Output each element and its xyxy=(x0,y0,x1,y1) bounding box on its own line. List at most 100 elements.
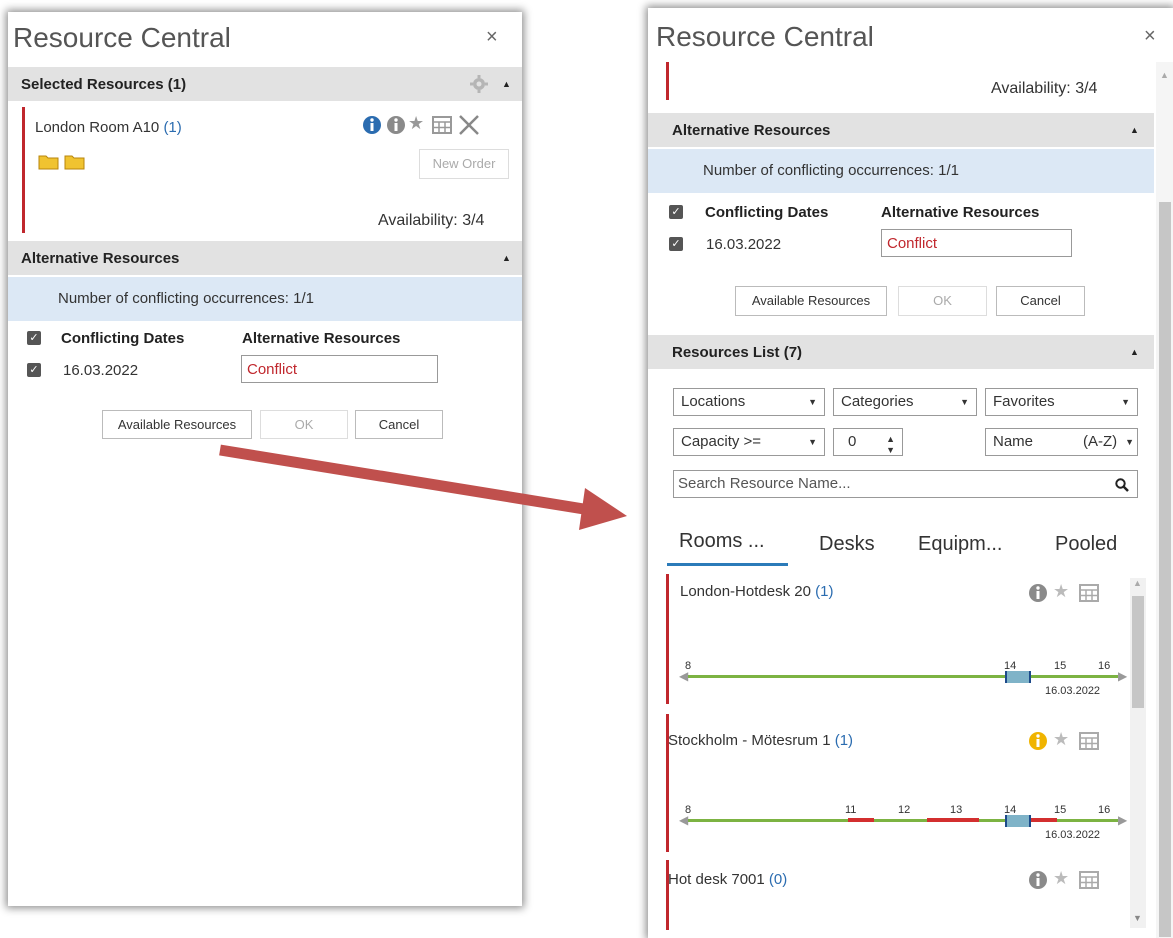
resources-list-label: Resources List (7) xyxy=(672,344,803,361)
resource-count: (1) xyxy=(163,119,182,136)
chevron-down-icon: ▼ xyxy=(1121,397,1130,407)
resource-title[interactable]: London-Hotdesk 20 (1) xyxy=(680,583,833,600)
timeline-date: 16.03.2022 xyxy=(1045,829,1101,841)
conflict-info-band: Number of conflicting occurrences: 1/1 xyxy=(648,149,1154,193)
tab-equipment[interactable]: Equipm... xyxy=(918,533,1002,556)
panel-title: Resource Central xyxy=(656,21,874,52)
select-all-checkbox[interactable]: ✓ xyxy=(669,205,683,219)
chevron-down-icon: ▼ xyxy=(808,397,817,407)
info-filled-icon[interactable] xyxy=(362,115,382,135)
info-icon[interactable] xyxy=(1028,870,1048,890)
timeline-available-bar xyxy=(688,675,1118,678)
list-scrollbar[interactable]: ▲ ▼ xyxy=(1130,578,1146,928)
folder-icon[interactable] xyxy=(38,152,60,170)
resources-list-header[interactable]: Resources List (7) ▲ xyxy=(648,335,1154,369)
locations-dropdown[interactable]: Locations ▼ xyxy=(673,388,825,416)
timeline-right-arrow-icon[interactable]: ▶ xyxy=(1118,669,1127,683)
col-conflicting-dates: Conflicting Dates xyxy=(705,204,829,221)
alternative-resources-header[interactable]: Alternative Resources ▲ xyxy=(648,113,1154,147)
resource-title[interactable]: Stockholm - Mötesrum 1 (1) xyxy=(668,732,853,749)
chevron-down-icon: ▼ xyxy=(960,397,969,407)
favorite-star-icon[interactable]: ★ xyxy=(1053,868,1069,889)
conflict-field[interactable]: Conflict xyxy=(241,355,438,383)
timeline-tick: 13 xyxy=(950,804,963,816)
col-alternative-resources: Alternative Resources xyxy=(242,330,401,347)
search-input[interactable]: Search Resource Name... xyxy=(673,470,1138,498)
availability-text: Availability: 3/4 xyxy=(991,80,1098,97)
alternative-resources-label: Alternative Resources xyxy=(672,122,831,139)
resource-title[interactable]: Hot desk 7001 (0) xyxy=(668,871,787,888)
resource-name: London-Hotdesk 20 xyxy=(680,583,811,600)
stepper-arrows-icon[interactable]: ▲ ▼ xyxy=(886,434,895,456)
scroll-up-icon[interactable]: ▲ xyxy=(1133,578,1142,588)
sort-name-label: Name xyxy=(993,433,1034,450)
info-icon[interactable] xyxy=(386,115,406,135)
tab-pooled[interactable]: Pooled xyxy=(1055,533,1117,556)
timeline-date: 16.03.2022 xyxy=(1045,685,1101,697)
availability-text: Availability: 3/4 xyxy=(378,212,485,229)
right-panel: Resource Central × Availability: 3/4 Alt… xyxy=(648,8,1173,938)
tab-desks[interactable]: Desks xyxy=(819,533,875,556)
conflict-info-band: Number of conflicting occurrences: 1/1 xyxy=(8,277,522,321)
tab-rooms[interactable]: Rooms ... xyxy=(679,530,765,553)
chevron-down-icon: ▼ xyxy=(1125,437,1134,447)
capacity-dropdown[interactable]: Capacity >= ▼ xyxy=(673,428,825,456)
remove-icon[interactable] xyxy=(458,114,480,136)
alternative-resources-label: Alternative Resources xyxy=(21,250,180,267)
selected-resources-header[interactable]: Selected Resources (1) ▲ xyxy=(8,67,522,101)
panel-scrollbar[interactable]: ▲ xyxy=(1156,62,1173,938)
selected-resources-label: Selected Resources (1) xyxy=(21,76,187,93)
folder-icon[interactable] xyxy=(64,152,86,170)
collapse-caret-icon[interactable]: ▲ xyxy=(502,253,511,263)
timeline-tick: 14 xyxy=(1004,660,1017,672)
favorite-star-icon[interactable]: ★ xyxy=(1053,581,1069,602)
collapse-caret-icon[interactable]: ▲ xyxy=(1130,347,1139,357)
date-checkbox[interactable]: ✓ xyxy=(27,363,41,377)
scroll-down-icon[interactable]: ▼ xyxy=(1133,913,1142,923)
date-checkbox[interactable]: ✓ xyxy=(669,237,683,251)
resource-status-bar xyxy=(666,574,669,704)
favorite-star-icon[interactable]: ★ xyxy=(1053,729,1069,750)
calendar-icon[interactable] xyxy=(1079,870,1099,890)
timeline-tick: 8 xyxy=(685,804,692,816)
sort-dropdown[interactable]: Name (A-Z) ▼ xyxy=(985,428,1138,456)
panel-title: Resource Central xyxy=(13,22,231,53)
gear-icon[interactable] xyxy=(470,75,488,93)
capacity-stepper[interactable]: 0 ▲ ▼ xyxy=(833,428,903,456)
ok-button[interactable]: OK xyxy=(898,286,987,316)
categories-dropdown[interactable]: Categories ▼ xyxy=(833,388,977,416)
select-all-checkbox[interactable]: ✓ xyxy=(27,331,41,345)
resource-count: (1) xyxy=(815,583,834,600)
cancel-button[interactable]: Cancel xyxy=(996,286,1085,316)
info-icon[interactable] xyxy=(1028,583,1048,603)
new-order-button[interactable]: New Order xyxy=(419,149,509,179)
close-icon[interactable]: × xyxy=(486,26,498,49)
search-icon[interactable] xyxy=(1115,478,1129,492)
scroll-up-icon[interactable]: ▲ xyxy=(1160,70,1169,80)
resource-status-bar xyxy=(22,107,25,233)
info-warning-icon[interactable] xyxy=(1028,731,1048,751)
scrollbar-thumb[interactable] xyxy=(1132,596,1144,708)
active-tab-indicator xyxy=(667,563,788,566)
collapse-caret-icon[interactable]: ▲ xyxy=(502,79,511,89)
arrow-graphic xyxy=(219,444,627,530)
timeline-tick: 16 xyxy=(1098,660,1111,672)
scrollbar-thumb[interactable] xyxy=(1159,202,1171,937)
collapse-caret-icon[interactable]: ▲ xyxy=(1130,125,1139,135)
favorite-star-icon[interactable]: ★ xyxy=(408,113,424,134)
conflict-field[interactable]: Conflict xyxy=(881,229,1072,257)
close-icon[interactable]: × xyxy=(1144,25,1156,48)
conflict-info-text: Number of conflicting occurrences: 1/1 xyxy=(58,290,314,307)
resource-count: (1) xyxy=(834,732,854,749)
timeline-tick: 14 xyxy=(1004,804,1017,816)
calendar-icon[interactable] xyxy=(1079,583,1099,603)
available-resources-button[interactable]: Available Resources xyxy=(735,286,887,316)
col-conflicting-dates: Conflicting Dates xyxy=(61,330,185,347)
resource-name: Stockholm - Mötesrum 1 xyxy=(668,732,831,749)
calendar-icon[interactable] xyxy=(432,115,452,135)
alternative-resources-header[interactable]: Alternative Resources ▲ xyxy=(8,241,522,275)
timeline-right-arrow-icon[interactable]: ▶ xyxy=(1118,813,1127,827)
resource-title[interactable]: London Room A10 (1) xyxy=(35,119,182,136)
calendar-icon[interactable] xyxy=(1079,731,1099,751)
favorites-dropdown[interactable]: Favorites ▼ xyxy=(985,388,1138,416)
